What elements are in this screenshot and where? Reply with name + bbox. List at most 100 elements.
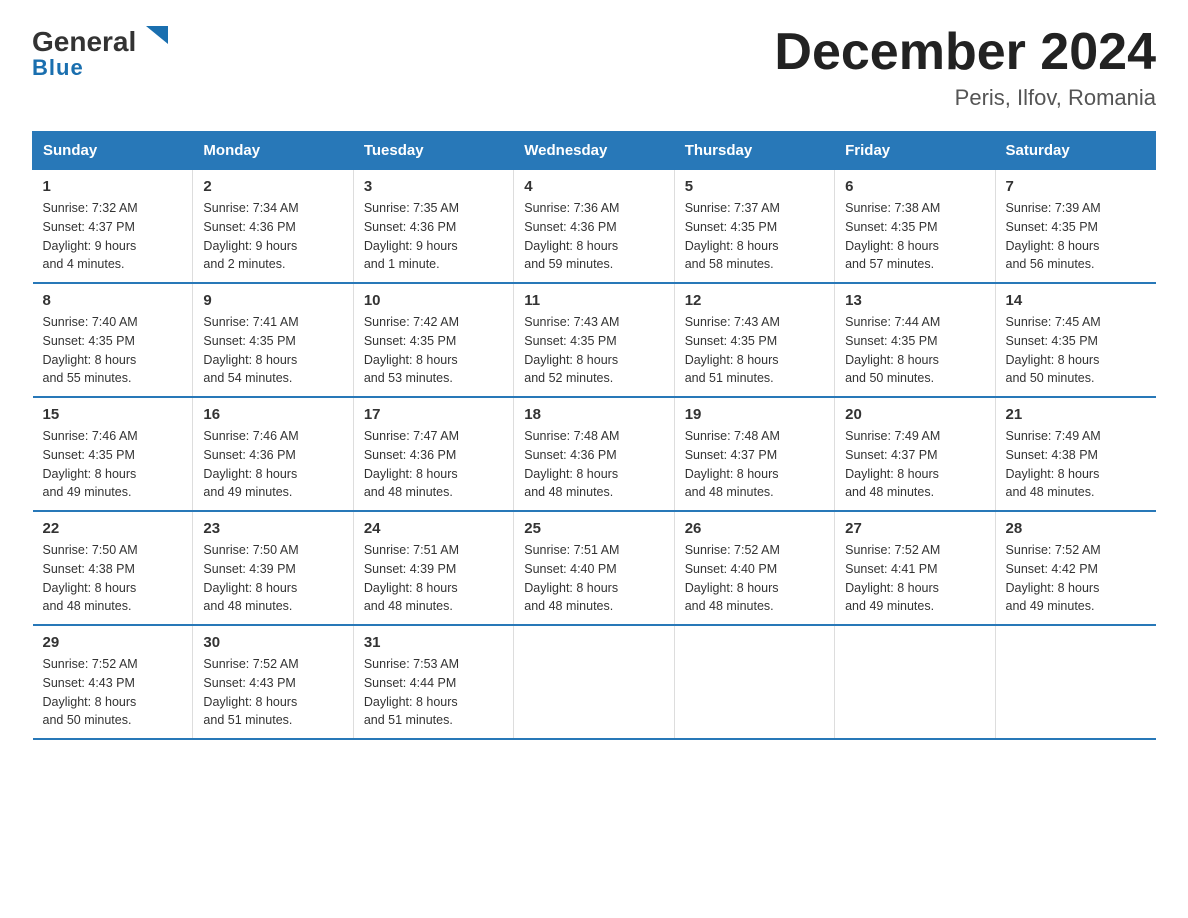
day-number: 27 [845, 520, 984, 537]
day-cell [995, 625, 1155, 739]
weekday-header-thursday: Thursday [674, 132, 834, 170]
day-info: Sunrise: 7:38 AM Sunset: 4:35 PM Dayligh… [845, 199, 984, 274]
day-cell: 5 Sunrise: 7:37 AM Sunset: 4:35 PM Daylig… [674, 170, 834, 284]
logo-triangle-icon [138, 24, 170, 52]
day-info: Sunrise: 7:39 AM Sunset: 4:35 PM Dayligh… [1006, 199, 1146, 274]
day-cell [674, 625, 834, 739]
day-info: Sunrise: 7:52 AM Sunset: 4:40 PM Dayligh… [685, 541, 824, 616]
day-info: Sunrise: 7:40 AM Sunset: 4:35 PM Dayligh… [43, 313, 183, 388]
week-row-4: 22 Sunrise: 7:50 AM Sunset: 4:38 PM Dayli… [33, 511, 1156, 625]
day-number: 8 [43, 292, 183, 309]
day-cell: 12Sunrise: 7:43 AM Sunset: 4:35 PM Dayli… [674, 283, 834, 397]
title-area: December 2024 Peris, Ilfov, Romania [774, 24, 1156, 111]
day-number: 22 [43, 520, 183, 537]
day-cell [514, 625, 674, 739]
week-row-3: 15 Sunrise: 7:46 AM Sunset: 4:35 PM Dayli… [33, 397, 1156, 511]
day-cell: 19Sunrise: 7:48 AM Sunset: 4:37 PM Dayli… [674, 397, 834, 511]
day-cell: 15 Sunrise: 7:46 AM Sunset: 4:35 PM Dayli… [33, 397, 193, 511]
day-number: 1 [43, 178, 183, 195]
weekday-header-sunday: Sunday [33, 132, 193, 170]
weekday-header-tuesday: Tuesday [353, 132, 513, 170]
day-info: Sunrise: 7:52 AM Sunset: 4:43 PM Dayligh… [203, 655, 342, 730]
day-cell: 10Sunrise: 7:42 AM Sunset: 4:35 PM Dayli… [353, 283, 513, 397]
day-cell: 23Sunrise: 7:50 AM Sunset: 4:39 PM Dayli… [193, 511, 353, 625]
day-info: Sunrise: 7:49 AM Sunset: 4:38 PM Dayligh… [1006, 427, 1146, 502]
day-info: Sunrise: 7:52 AM Sunset: 4:42 PM Dayligh… [1006, 541, 1146, 616]
day-number: 24 [364, 520, 503, 537]
day-cell: 11 Sunrise: 7:43 AM Sunset: 4:35 PM Dayli… [514, 283, 674, 397]
day-info: Sunrise: 7:53 AM Sunset: 4:44 PM Dayligh… [364, 655, 503, 730]
day-info: Sunrise: 7:49 AM Sunset: 4:37 PM Dayligh… [845, 427, 984, 502]
weekday-header-wednesday: Wednesday [514, 132, 674, 170]
day-cell: 18Sunrise: 7:48 AM Sunset: 4:36 PM Dayli… [514, 397, 674, 511]
day-info: Sunrise: 7:48 AM Sunset: 4:37 PM Dayligh… [685, 427, 824, 502]
day-cell: 26 Sunrise: 7:52 AM Sunset: 4:40 PM Dayli… [674, 511, 834, 625]
weekday-header-friday: Friday [835, 132, 995, 170]
day-number: 14 [1006, 292, 1146, 309]
day-number: 15 [43, 406, 183, 423]
week-row-5: 29 Sunrise: 7:52 AM Sunset: 4:43 PM Dayli… [33, 625, 1156, 739]
day-info: Sunrise: 7:41 AM Sunset: 4:35 PM Dayligh… [203, 313, 342, 388]
day-cell: 27 Sunrise: 7:52 AM Sunset: 4:41 PM Dayli… [835, 511, 995, 625]
day-number: 3 [364, 178, 503, 195]
weekday-header-row: SundayMondayTuesdayWednesdayThursdayFrid… [33, 132, 1156, 170]
day-number: 5 [685, 178, 824, 195]
day-info: Sunrise: 7:42 AM Sunset: 4:35 PM Dayligh… [364, 313, 503, 388]
day-cell: 25 Sunrise: 7:51 AM Sunset: 4:40 PM Dayli… [514, 511, 674, 625]
main-title: December 2024 [774, 24, 1156, 81]
day-number: 13 [845, 292, 984, 309]
logo: General Blue [32, 24, 170, 81]
day-cell: 9Sunrise: 7:41 AM Sunset: 4:35 PM Daylig… [193, 283, 353, 397]
day-number: 12 [685, 292, 824, 309]
day-cell: 13 Sunrise: 7:44 AM Sunset: 4:35 PM Dayli… [835, 283, 995, 397]
day-info: Sunrise: 7:44 AM Sunset: 4:35 PM Dayligh… [845, 313, 984, 388]
subtitle: Peris, Ilfov, Romania [774, 85, 1156, 111]
day-cell: 17 Sunrise: 7:47 AM Sunset: 4:36 PM Dayli… [353, 397, 513, 511]
day-cell: 8 Sunrise: 7:40 AM Sunset: 4:35 PM Daylig… [33, 283, 193, 397]
day-info: Sunrise: 7:47 AM Sunset: 4:36 PM Dayligh… [364, 427, 503, 502]
day-cell: 31Sunrise: 7:53 AM Sunset: 4:44 PM Dayli… [353, 625, 513, 739]
day-cell: 16 Sunrise: 7:46 AM Sunset: 4:36 PM Dayli… [193, 397, 353, 511]
day-cell: 22 Sunrise: 7:50 AM Sunset: 4:38 PM Dayli… [33, 511, 193, 625]
day-number: 29 [43, 634, 183, 651]
day-number: 20 [845, 406, 984, 423]
day-info: Sunrise: 7:43 AM Sunset: 4:35 PM Dayligh… [524, 313, 663, 388]
day-info: Sunrise: 7:50 AM Sunset: 4:38 PM Dayligh… [43, 541, 183, 616]
day-cell: 7 Sunrise: 7:39 AM Sunset: 4:35 PM Daylig… [995, 170, 1155, 284]
day-cell: 28 Sunrise: 7:52 AM Sunset: 4:42 PM Dayli… [995, 511, 1155, 625]
day-number: 16 [203, 406, 342, 423]
day-info: Sunrise: 7:46 AM Sunset: 4:35 PM Dayligh… [43, 427, 183, 502]
day-number: 17 [364, 406, 503, 423]
day-cell: 14 Sunrise: 7:45 AM Sunset: 4:35 PM Dayli… [995, 283, 1155, 397]
calendar-table: SundayMondayTuesdayWednesdayThursdayFrid… [32, 131, 1156, 740]
week-row-1: 1Sunrise: 7:32 AM Sunset: 4:37 PM Daylig… [33, 170, 1156, 284]
day-cell: 4Sunrise: 7:36 AM Sunset: 4:36 PM Daylig… [514, 170, 674, 284]
day-number: 21 [1006, 406, 1146, 423]
day-cell: 2Sunrise: 7:34 AM Sunset: 4:36 PM Daylig… [193, 170, 353, 284]
day-cell: 20 Sunrise: 7:49 AM Sunset: 4:37 PM Dayli… [835, 397, 995, 511]
logo-blue-text: Blue [32, 55, 84, 81]
day-number: 30 [203, 634, 342, 651]
day-number: 26 [685, 520, 824, 537]
day-cell: 29 Sunrise: 7:52 AM Sunset: 4:43 PM Dayli… [33, 625, 193, 739]
day-number: 25 [524, 520, 663, 537]
page-header: General Blue December 2024 Peris, Ilfov,… [32, 24, 1156, 111]
day-cell: 3 Sunrise: 7:35 AM Sunset: 4:36 PM Daylig… [353, 170, 513, 284]
day-info: Sunrise: 7:46 AM Sunset: 4:36 PM Dayligh… [203, 427, 342, 502]
day-info: Sunrise: 7:35 AM Sunset: 4:36 PM Dayligh… [364, 199, 503, 274]
day-info: Sunrise: 7:51 AM Sunset: 4:39 PM Dayligh… [364, 541, 503, 616]
day-info: Sunrise: 7:52 AM Sunset: 4:43 PM Dayligh… [43, 655, 183, 730]
day-info: Sunrise: 7:51 AM Sunset: 4:40 PM Dayligh… [524, 541, 663, 616]
day-info: Sunrise: 7:45 AM Sunset: 4:35 PM Dayligh… [1006, 313, 1146, 388]
day-cell: 1Sunrise: 7:32 AM Sunset: 4:37 PM Daylig… [33, 170, 193, 284]
day-number: 11 [524, 292, 663, 309]
week-row-2: 8 Sunrise: 7:40 AM Sunset: 4:35 PM Daylig… [33, 283, 1156, 397]
day-cell: 21 Sunrise: 7:49 AM Sunset: 4:38 PM Dayli… [995, 397, 1155, 511]
day-info: Sunrise: 7:37 AM Sunset: 4:35 PM Dayligh… [685, 199, 824, 274]
day-info: Sunrise: 7:52 AM Sunset: 4:41 PM Dayligh… [845, 541, 984, 616]
day-info: Sunrise: 7:48 AM Sunset: 4:36 PM Dayligh… [524, 427, 663, 502]
day-info: Sunrise: 7:50 AM Sunset: 4:39 PM Dayligh… [203, 541, 342, 616]
logo-general-text: General [32, 26, 136, 58]
day-number: 7 [1006, 178, 1146, 195]
day-number: 28 [1006, 520, 1146, 537]
